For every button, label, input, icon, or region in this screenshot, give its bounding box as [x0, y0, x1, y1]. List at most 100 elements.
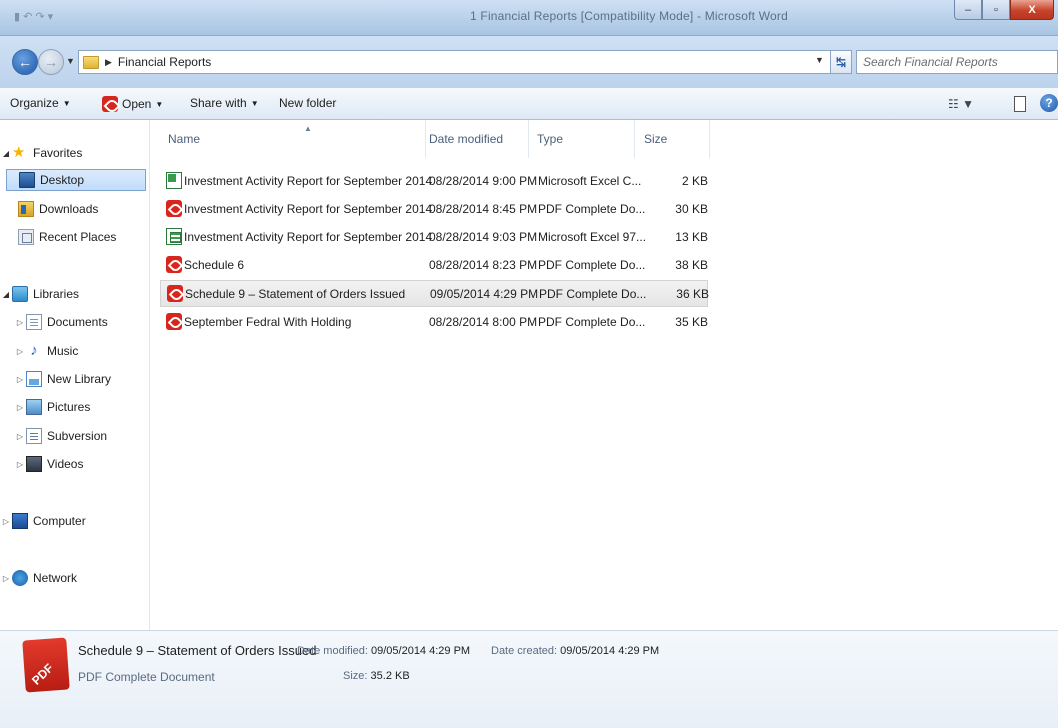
details-date-created: Date created: 09/05/2014 4:29 PM: [491, 645, 659, 657]
chevron-down-icon: ▼: [155, 99, 164, 109]
pdf-icon-label: PDF: [29, 660, 57, 688]
date-modified-value: 09/05/2014 4:29 PM: [371, 645, 471, 657]
sort-ascending-icon: ▲: [304, 124, 312, 133]
file-name: September Fedral With Holding: [184, 315, 352, 329]
open-button[interactable]: Open ▼: [102, 96, 163, 112]
collapse-arrow-icon[interactable]: ▷: [0, 517, 12, 526]
nav-label: Documents: [47, 315, 108, 329]
nav-pictures[interactable]: ▷ Pictures: [14, 396, 164, 418]
expand-arrow-icon[interactable]: ◢: [0, 149, 12, 158]
nav-desktop[interactable]: Desktop: [6, 169, 146, 191]
share-with-button[interactable]: Share with ▼: [190, 96, 259, 110]
back-arrow-icon: ←: [18, 54, 32, 70]
new-folder-label: New folder: [279, 96, 337, 110]
nav-libraries[interactable]: ◢ Libraries: [0, 283, 150, 305]
column-label: Name: [168, 132, 201, 146]
nav-label: Desktop: [40, 173, 85, 187]
collapse-arrow-icon[interactable]: ▷: [14, 347, 26, 356]
file-list: Name ▲ Date modified Type Size Investmen…: [150, 120, 1058, 630]
change-view-icon[interactable]: ☷ ▼: [948, 97, 974, 111]
chevron-down-icon: ▼: [250, 98, 259, 108]
file-name: Schedule 6: [184, 258, 245, 272]
nav-recent-places[interactable]: Recent Places: [6, 226, 156, 248]
file-date: 08/28/2014 8:00 PM: [429, 315, 538, 329]
collapse-arrow-icon[interactable]: ▷: [14, 375, 26, 384]
file-size: 38 KB: [675, 258, 708, 272]
window-title: 1 Financial Reports [Compatibility Mode]…: [470, 9, 788, 23]
nav-new-library[interactable]: ▷ New Library: [14, 368, 164, 390]
collapse-arrow-icon[interactable]: ▷: [14, 460, 26, 469]
nav-label: Computer: [33, 514, 86, 528]
address-history-dropdown[interactable]: ▼: [815, 55, 824, 65]
collapse-arrow-icon[interactable]: ▷: [14, 318, 26, 327]
nav-favorites[interactable]: ◢ ★ Favorites: [0, 142, 150, 164]
breadcrumb-chevron-icon[interactable]: ▶: [105, 57, 112, 68]
file-row-selected[interactable]: Schedule 9 – Statement of Orders Issued …: [160, 280, 709, 307]
address-bar[interactable]: ▶ Financial Reports: [78, 50, 838, 74]
refresh-button[interactable]: ↹: [830, 50, 852, 74]
documents-icon: [26, 314, 42, 330]
nav-documents[interactable]: ▷ Documents: [14, 311, 164, 333]
nav-subversion[interactable]: ▷ Subversion: [14, 425, 164, 447]
file-date: 08/28/2014 9:03 PM: [429, 230, 538, 244]
computer-icon: [12, 513, 28, 529]
maximize-button[interactable]: ▫: [982, 0, 1010, 20]
nav-label: Music: [47, 344, 79, 358]
folder-icon: [83, 55, 99, 69]
close-button[interactable]: X: [1010, 0, 1054, 20]
nav-computer[interactable]: ▷ Computer: [0, 510, 150, 532]
file-name: Investment Activity Report for September…: [184, 202, 433, 216]
file-type: PDF Complete Do...: [538, 258, 646, 272]
column-header-date-modified[interactable]: Date modified: [429, 120, 529, 158]
pdf-document-icon: PDF: [22, 637, 70, 693]
network-icon: [12, 570, 28, 586]
date-created-value: 09/05/2014 4:29 PM: [560, 645, 660, 657]
size-value: 35.2 KB: [370, 670, 410, 682]
file-row[interactable]: Investment Activity Report for September…: [160, 224, 708, 251]
file-row[interactable]: September Fedral With Holding 08/28/2014…: [160, 309, 708, 336]
share-with-label: Share with: [190, 96, 247, 110]
file-type: PDF Complete Do...: [538, 202, 646, 216]
back-button[interactable]: ←: [12, 49, 38, 75]
file-type: Microsoft Excel 97...: [538, 230, 647, 244]
file-row[interactable]: Investment Activity Report for September…: [160, 196, 708, 223]
column-header-type[interactable]: Type: [537, 120, 635, 158]
expand-arrow-icon[interactable]: ◢: [0, 290, 12, 299]
library-icon: [26, 371, 42, 387]
forward-button[interactable]: →: [38, 49, 64, 75]
search-input[interactable]: Search Financial Reports: [856, 50, 1058, 74]
collapse-arrow-icon[interactable]: ▷: [14, 403, 26, 412]
window-controls: – ▫ X: [954, 0, 1054, 20]
column-header-name[interactable]: Name ▲: [168, 120, 426, 158]
help-icon[interactable]: ?: [1040, 94, 1058, 112]
details-file-size: Size: 35.2 KB: [343, 670, 410, 682]
details-file-name: Schedule 9 – Statement of Orders Issued: [78, 643, 317, 658]
star-icon: ★: [12, 144, 26, 161]
nav-downloads[interactable]: Downloads: [6, 198, 156, 220]
pdf-icon: [166, 256, 182, 273]
nav-videos[interactable]: ▷ Videos: [14, 453, 164, 475]
nav-label: Pictures: [47, 400, 91, 414]
new-folder-button[interactable]: New folder: [279, 96, 336, 110]
nav-network[interactable]: ▷ Network: [0, 567, 150, 589]
breadcrumb-financial-reports[interactable]: Financial Reports: [118, 55, 211, 69]
file-row[interactable]: Schedule 6 08/28/2014 8:23 PM PDF Comple…: [160, 252, 708, 279]
column-header-size[interactable]: Size: [644, 120, 710, 158]
organize-button[interactable]: Organize ▼: [10, 96, 71, 110]
desktop-icon: [19, 172, 35, 188]
collapse-arrow-icon[interactable]: ▷: [0, 574, 12, 583]
size-label: Size:: [343, 670, 368, 682]
recent-pages-dropdown[interactable]: ▼: [66, 56, 75, 66]
nav-music[interactable]: ▷ ♪ Music: [14, 340, 164, 362]
details-file-type: PDF Complete Document: [78, 670, 215, 684]
file-size: 13 KB: [675, 230, 708, 244]
file-size: 2 KB: [681, 174, 708, 188]
preview-pane-icon[interactable]: [1014, 96, 1026, 112]
minimize-button[interactable]: –: [954, 0, 982, 20]
file-row[interactable]: Investment Activity Report for September…: [160, 168, 708, 195]
videos-icon: [26, 456, 42, 472]
collapse-arrow-icon[interactable]: ▷: [14, 432, 26, 441]
nav-label: New Library: [47, 372, 112, 386]
file-date: 08/28/2014 8:45 PM: [429, 202, 538, 216]
nav-label: Recent Places: [39, 230, 117, 244]
